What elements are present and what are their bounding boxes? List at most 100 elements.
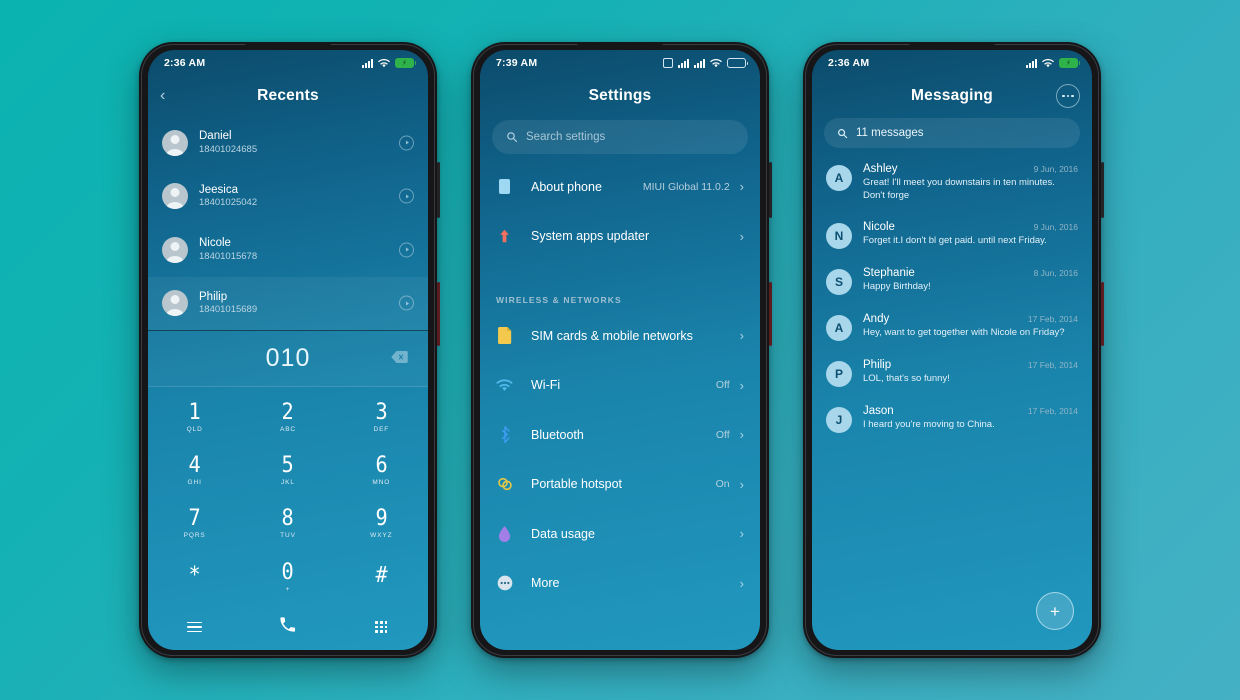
settings-row-data-usage[interactable]: Data usage ›: [480, 509, 760, 559]
settings-row-system-apps-updater[interactable]: System apps updater ›: [480, 212, 760, 262]
recents-list: Daniel 18401024685 Jeesica 18401025042 N…: [148, 116, 428, 330]
status-time: 2:36 AM: [828, 57, 870, 69]
overflow-menu-icon[interactable]: [1056, 84, 1080, 108]
settings-label: Bluetooth: [531, 427, 584, 442]
avatar: P: [826, 360, 852, 387]
battery-icon: [727, 58, 748, 68]
recent-row[interactable]: Nicole 18401015678: [148, 223, 428, 277]
chevron-right-icon: ›: [739, 427, 744, 443]
thread-date: 17 Feb, 2014: [1027, 359, 1078, 370]
recent-number: 18401015689: [199, 304, 258, 316]
search-placeholder: Search settings: [526, 131, 606, 143]
power-button[interactable]: [436, 282, 440, 346]
recent-row[interactable]: Philip 18401015689: [148, 276, 428, 330]
dialpad-key-6[interactable]: 6 MNO: [335, 444, 428, 497]
settings-row-portable-hotspot[interactable]: Portable hotspot On ›: [480, 460, 760, 510]
dialpad-key-star[interactable]: *: [148, 551, 241, 604]
call-details-icon[interactable]: [399, 135, 414, 151]
key-digit: *: [188, 562, 201, 588]
dialpad-key-1[interactable]: 1 QLD: [148, 391, 241, 444]
dialpad-key-4[interactable]: 4 GHI: [148, 444, 241, 497]
dialpad-key-7[interactable]: 7 PQRS: [148, 498, 241, 551]
thread-preview: LOL, that's so funny!: [863, 372, 950, 384]
volume-button[interactable]: [768, 162, 772, 218]
wifi-icon: [496, 377, 513, 394]
avatar: N: [826, 222, 852, 249]
chevron-right-icon: ›: [739, 377, 744, 393]
bluetooth-icon: [496, 426, 513, 444]
dialpad: 1 QLD 2 ABC 3 DEF 4 GHI 5 JKL 6 MNO 7 PQRS 8 TUV…: [148, 387, 428, 604]
recent-number: 18401024685: [199, 143, 258, 155]
thread-preview: Forget it.I don't bl get paid. until nex…: [863, 234, 1047, 246]
settings-label: Data usage: [531, 526, 595, 541]
thread-name: Philip: [863, 358, 892, 371]
call-icon[interactable]: [278, 615, 297, 639]
avatar: [162, 129, 188, 156]
wifi-icon: [1042, 59, 1054, 68]
thread-top: Ashley 9 Jun, 2016: [863, 163, 1078, 175]
signal-icon: [362, 58, 373, 68]
call-details-icon[interactable]: [399, 242, 414, 258]
recent-row[interactable]: Jeesica 18401025042: [148, 170, 428, 224]
message-thread-row[interactable]: A Andy 17 Feb, 2014 Hey, want to get tog…: [812, 304, 1092, 350]
dialpad-key-8[interactable]: 8 TUV: [241, 498, 334, 551]
key-letters: MNO: [372, 479, 391, 487]
message-thread-row[interactable]: P Philip 17 Feb, 2014 LOL, that's so fun…: [812, 350, 1092, 396]
new-message-fab[interactable]: +: [1036, 592, 1074, 630]
chevron-right-icon: ›: [739, 328, 744, 344]
thread-top: Jason 17 Feb, 2014: [863, 405, 1078, 417]
settings-label: More: [531, 576, 560, 591]
volume-button[interactable]: [436, 162, 440, 218]
message-thread-list: A Ashley 9 Jun, 2016 Great! I'll meet yo…: [812, 154, 1092, 650]
settings-row-more[interactable]: More ›: [480, 559, 760, 609]
dialpad-key-2[interactable]: 2 ABC: [241, 391, 334, 444]
avatar: [162, 290, 188, 317]
notch: [909, 42, 995, 49]
dialpad-key-9[interactable]: 9 WXYZ: [335, 498, 428, 551]
settings-row-bluetooth[interactable]: Bluetooth Off ›: [480, 410, 760, 460]
avatar: [162, 183, 188, 210]
phone-settings: 7:39 AM Settings Search settings About p…: [471, 42, 772, 658]
status-bar: 7:39 AM: [480, 50, 760, 76]
thread-body: Jason 17 Feb, 2014 I heard you're moving…: [863, 405, 1078, 433]
dialpad-key-hash[interactable]: #: [335, 551, 428, 604]
message-thread-row[interactable]: N Nicole 9 Jun, 2016 Forget it.I don't b…: [812, 212, 1092, 258]
key-letters: GHI: [187, 479, 202, 487]
message-thread-row[interactable]: S Stephanie 8 Jun, 2016 Happy Birthday!: [812, 258, 1092, 304]
backspace-icon[interactable]: [391, 350, 408, 368]
sim-card-icon: [496, 327, 513, 345]
thread-preview: Great! I'll meet you downstairs in ten m…: [863, 177, 1055, 201]
settings-row-sim-cards[interactable]: SIM cards & mobile networks ›: [480, 311, 760, 361]
back-chevron-icon[interactable]: ‹: [160, 88, 165, 104]
key-letters: +: [285, 585, 291, 593]
power-button[interactable]: [1100, 282, 1104, 346]
key-letters: JKL: [281, 479, 295, 487]
volume-button[interactable]: [1100, 162, 1104, 218]
power-button[interactable]: [768, 282, 772, 346]
recent-row[interactable]: Daniel 18401024685: [148, 116, 428, 170]
dialpad-key-0[interactable]: 0 +: [241, 551, 334, 604]
key-digit: 0: [281, 559, 295, 585]
dialpad-key-3[interactable]: 3 DEF: [335, 391, 428, 444]
signal-icon-sim1: [678, 58, 689, 68]
wifi-icon: [710, 59, 722, 68]
dialpad-key-5[interactable]: 5 JKL: [241, 444, 334, 497]
message-thread-row[interactable]: J Jason 17 Feb, 2014 I heard you're movi…: [812, 396, 1092, 442]
settings-label: Wi-Fi: [531, 378, 561, 393]
thread-body: Andy 17 Feb, 2014 Hey, want to get toget…: [863, 313, 1078, 341]
settings-row-wifi[interactable]: Wi-Fi Off ›: [480, 361, 760, 411]
settings-header: Settings: [480, 76, 760, 116]
key-digit: 1: [188, 399, 201, 425]
message-thread-row[interactable]: A Ashley 9 Jun, 2016 Great! I'll meet yo…: [812, 154, 1092, 212]
settings-row-about-phone[interactable]: About phone MIUI Global 11.0.2 ›: [480, 162, 760, 212]
keypad-icon[interactable]: [375, 620, 388, 634]
messaging-search-field[interactable]: 11 messages: [824, 118, 1080, 148]
key-digit: 6: [375, 453, 388, 479]
call-details-icon[interactable]: [399, 188, 414, 204]
menu-icon[interactable]: [187, 621, 203, 633]
thread-preview: Happy Birthday!: [863, 280, 931, 292]
search-settings-field[interactable]: Search settings: [492, 120, 748, 154]
call-details-icon[interactable]: [399, 295, 414, 311]
settings-value: On: [715, 478, 730, 491]
chevron-right-icon: ›: [739, 575, 744, 591]
